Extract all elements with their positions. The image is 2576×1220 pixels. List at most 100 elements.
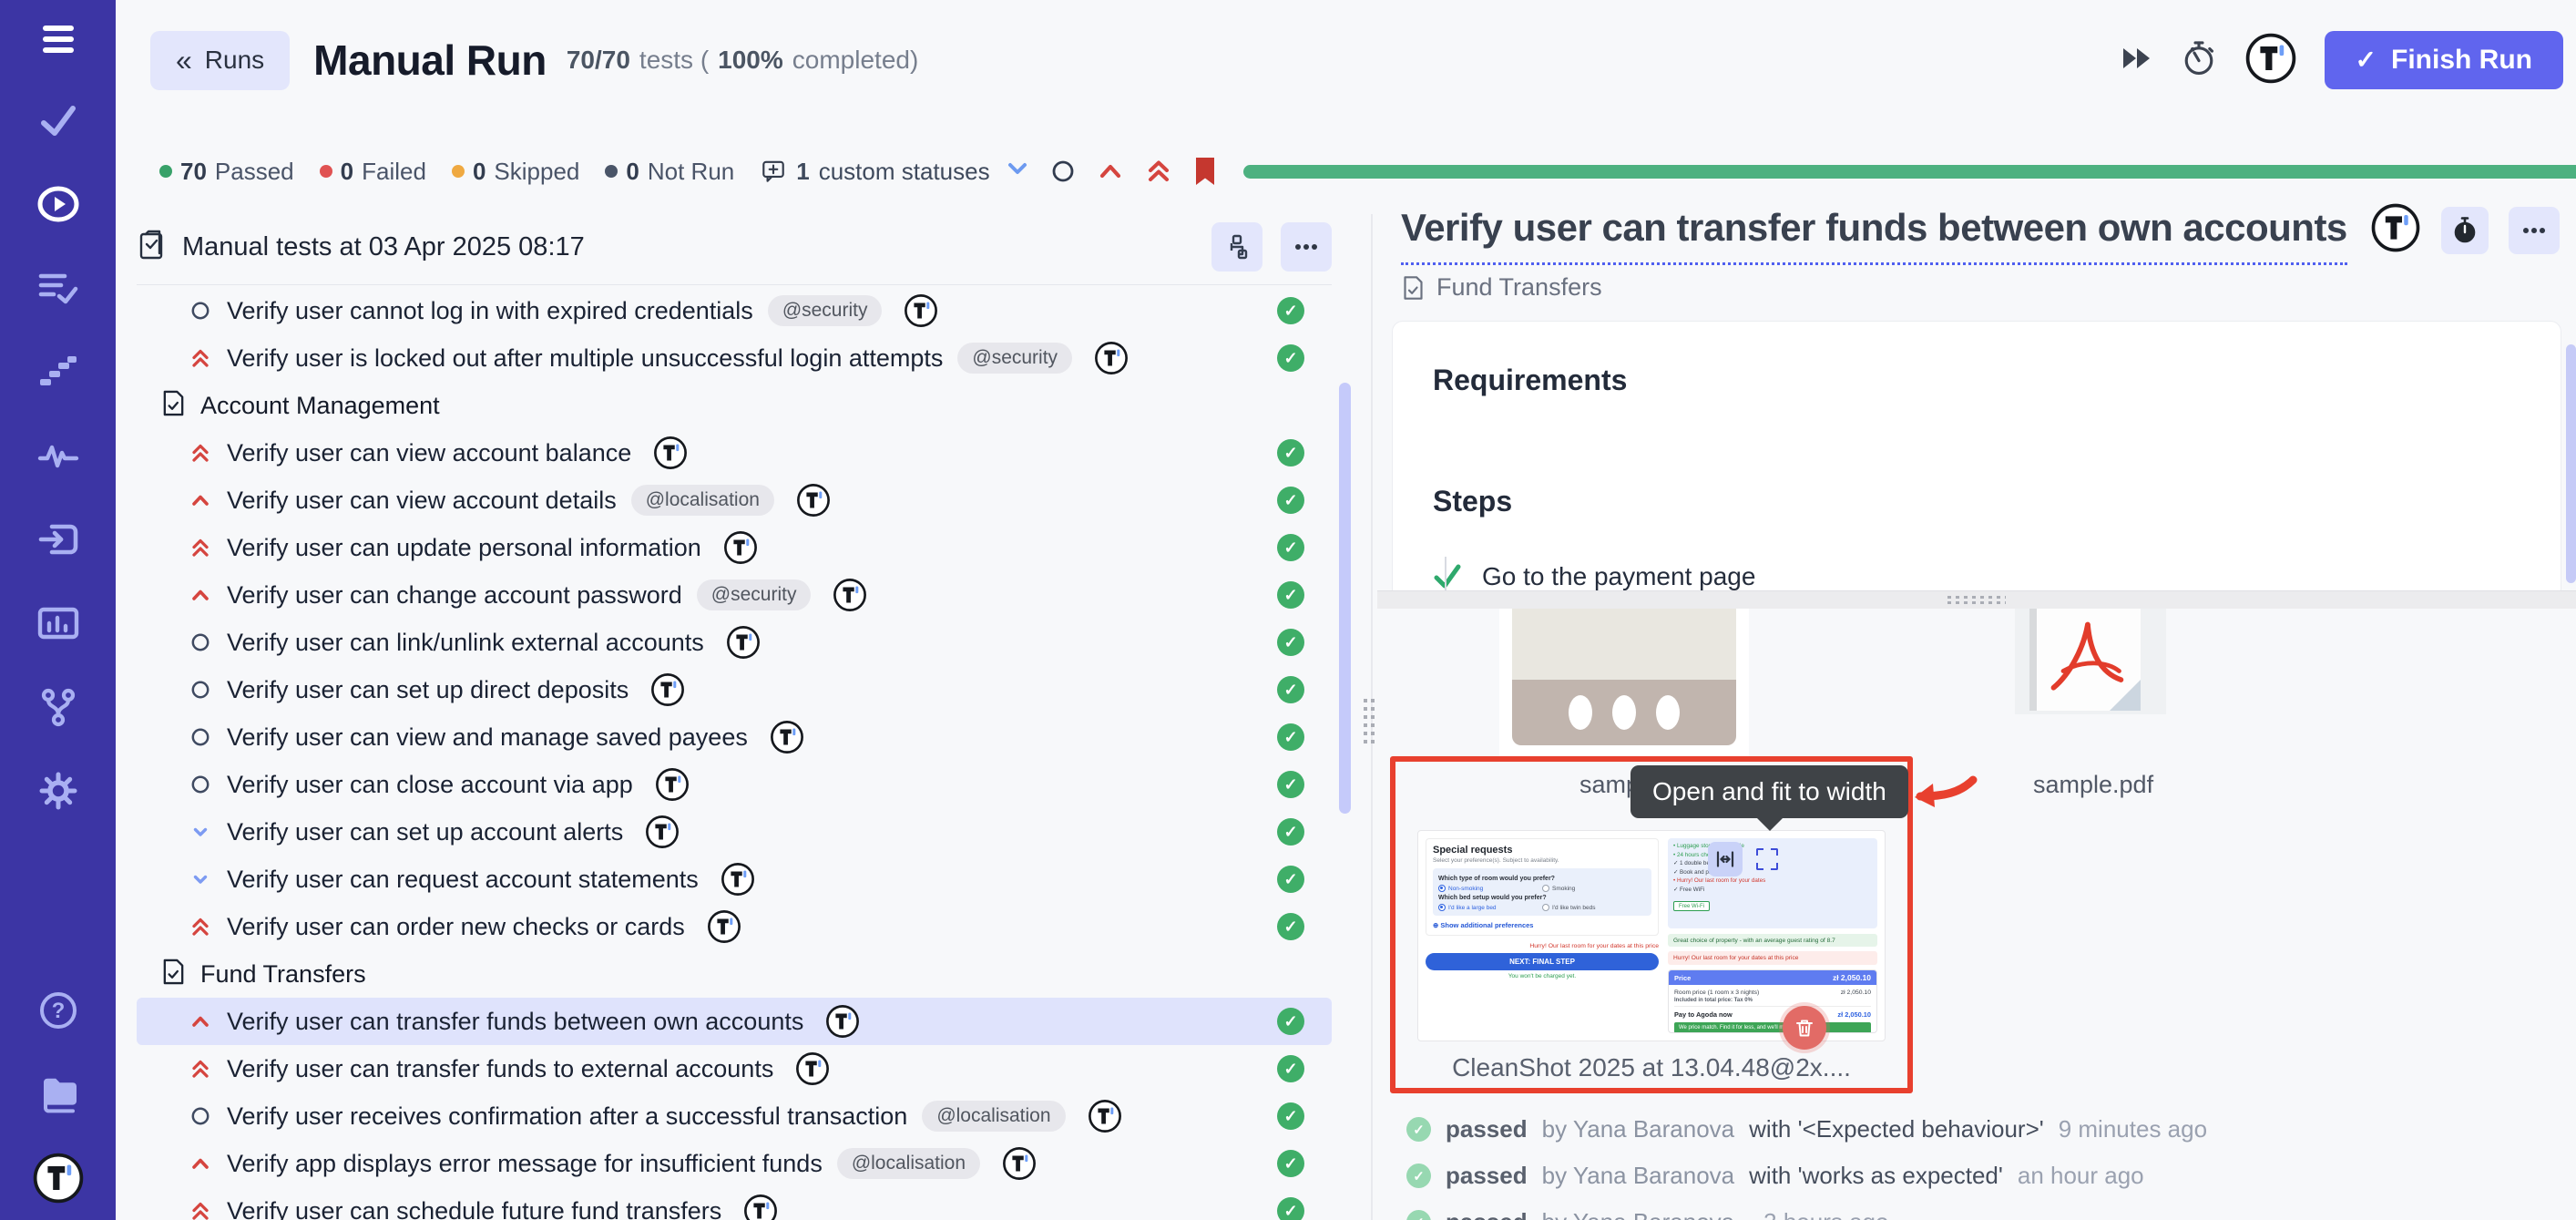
bookmark-filter-icon[interactable] [1192,156,1218,187]
passed-status-badge[interactable] [1277,1008,1304,1035]
priority-filter-high-icon[interactable] [1096,157,1125,186]
test-row[interactable]: Verify user can view and manage saved pa… [137,713,1332,761]
test-row[interactable]: Verify user can view account details@loc… [137,477,1332,524]
test-row[interactable]: Verify app displays error message for in… [137,1140,1332,1187]
sidebar-item-reports[interactable] [0,581,116,665]
test-row[interactable]: Verify user can link/unlink external acc… [137,619,1332,666]
test-row[interactable]: Verify user can close account via app [137,761,1332,808]
status-counter-not-run[interactable]: 0Not Run [605,158,734,186]
passed-status-badge[interactable] [1277,487,1304,514]
sidebar-item-branches[interactable] [0,665,116,749]
sidebar-item-milestones[interactable] [0,330,116,414]
detail-scrollbar[interactable] [2566,344,2576,583]
passed-status-badge[interactable] [1277,439,1304,466]
test-row[interactable]: Verify user receives confirmation after … [137,1092,1332,1140]
testomat-link-icon[interactable] [1002,1146,1037,1181]
test-list-scrollbar[interactable] [1339,383,1351,814]
priority-filter-critical-icon[interactable] [1143,156,1174,187]
test-row[interactable]: Verify user can request account statemen… [137,856,1332,903]
test-row[interactable]: Verify user is locked out after multiple… [137,334,1332,382]
sidebar-item-tests[interactable] [0,78,116,162]
timer-button[interactable] [2441,207,2489,254]
test-row[interactable]: Verify user cannot log in with expired c… [137,287,1332,334]
test-row[interactable]: Verify user can view account balance [137,429,1332,477]
passed-status-badge[interactable] [1277,534,1304,561]
testomat-link-icon[interactable] [721,862,755,897]
test-row[interactable]: Verify user can order new checks or card… [137,903,1332,950]
sidebar-item-runs-active[interactable] [0,162,116,246]
testomat-link-icon[interactable] [796,483,831,518]
passed-status-badge[interactable] [1277,1197,1304,1220]
test-row[interactable]: Verify user can transfer funds between o… [137,998,1332,1045]
test-row[interactable]: Verify user can update personal informat… [137,524,1332,571]
history-entry[interactable]: passed by Yana Baranova with '<Expected … [1406,1115,2576,1143]
drawer-resize-handle[interactable] [1377,590,2576,609]
test-tag[interactable]: @localisation [837,1148,980,1179]
testomat-badge-icon[interactable] [2370,202,2421,258]
passed-status-badge[interactable] [1277,1150,1304,1177]
status-counter-skipped[interactable]: 0Skipped [452,158,579,186]
back-to-runs-button[interactable]: Runs [150,31,290,90]
passed-status-badge[interactable] [1277,1102,1304,1130]
testomat-logo[interactable] [0,1136,116,1220]
sidebar-item-test-plans[interactable] [0,246,116,330]
test-tag[interactable]: @security [768,295,883,326]
testomat-link-icon[interactable] [707,909,741,944]
test-tag[interactable]: @security [697,579,812,610]
projects-folder-icon[interactable] [0,1052,116,1136]
attachment-pdf-caption[interactable]: sample.pdf [2033,771,2153,799]
testomat-link-icon[interactable] [650,672,685,707]
testomat-link-icon[interactable] [1088,1099,1122,1133]
priority-filter-normal-icon[interactable] [1048,157,1078,186]
passed-status-badge[interactable] [1277,866,1304,893]
sidebar-item-analytics[interactable] [0,414,116,497]
testomat-link-icon[interactable] [653,436,688,470]
fit-to-width-button[interactable] [1708,842,1743,877]
sidebar-item-settings[interactable] [0,749,116,833]
suite-breadcrumb[interactable]: Fund Transfers [1401,273,1602,302]
testomat-link-icon[interactable] [655,767,690,802]
passed-status-badge[interactable] [1277,913,1304,940]
status-counter-failed[interactable]: 0Failed [320,158,426,186]
sidebar-item-import[interactable] [0,497,116,581]
testomat-link-icon[interactable] [743,1194,778,1220]
passed-status-badge[interactable] [1277,629,1304,656]
test-row[interactable]: Verify user can transfer funds to extern… [137,1045,1332,1092]
suite-section-row[interactable]: Fund Transfers [137,950,1332,998]
hamburger-menu-icon[interactable] [0,0,116,78]
panel-resize-handle[interactable] [1364,694,1378,743]
testomat-link-icon[interactable] [825,1004,860,1039]
attachment-image-thumbnail[interactable] [1512,609,1736,745]
passed-status-badge[interactable] [1277,676,1304,703]
test-tag[interactable]: @localisation [631,485,774,516]
detail-more-button[interactable] [2509,207,2560,254]
attachment-screenshot-caption[interactable]: CleanShot 2025 at 13.04.48@2x.... [1390,1053,1913,1082]
test-tag[interactable]: @security [957,343,1072,374]
testomat-link-icon[interactable] [833,578,867,612]
passed-status-badge[interactable] [1277,1055,1304,1082]
tree-view-button[interactable] [1211,222,1262,272]
history-entry[interactable]: passed by Yana Baranova 3 hours ago [1406,1208,2576,1220]
passed-status-badge[interactable] [1277,771,1304,798]
list-more-button[interactable] [1281,222,1332,272]
testomat-link-icon[interactable] [645,815,680,849]
history-entry[interactable]: passed by Yana Baranova with 'works as e… [1406,1162,2576,1190]
passed-status-badge[interactable] [1277,344,1304,372]
fullscreen-button[interactable] [1750,842,1784,877]
test-row[interactable]: Verify user can change account password@… [137,571,1332,619]
testomat-link-icon[interactable] [770,720,804,754]
delete-attachment-button[interactable] [1783,1006,1826,1050]
help-icon[interactable]: ? [0,969,116,1052]
testomat-link-icon[interactable] [904,293,938,328]
suite-section-row[interactable]: Account Management [137,382,1332,429]
test-row[interactable]: Verify user can set up direct deposits [137,666,1332,713]
passed-status-badge[interactable] [1277,297,1304,324]
passed-status-badge[interactable] [1277,818,1304,846]
testomat-link-icon[interactable] [726,625,761,660]
passed-status-badge[interactable] [1277,723,1304,751]
testomat-link-icon[interactable] [1094,341,1129,375]
status-counter-passed[interactable]: 70Passed [159,158,294,186]
test-row[interactable]: Verify user can schedule future fund tra… [137,1187,1332,1220]
testomat-link-icon[interactable] [723,530,758,565]
passed-status-badge[interactable] [1277,581,1304,609]
